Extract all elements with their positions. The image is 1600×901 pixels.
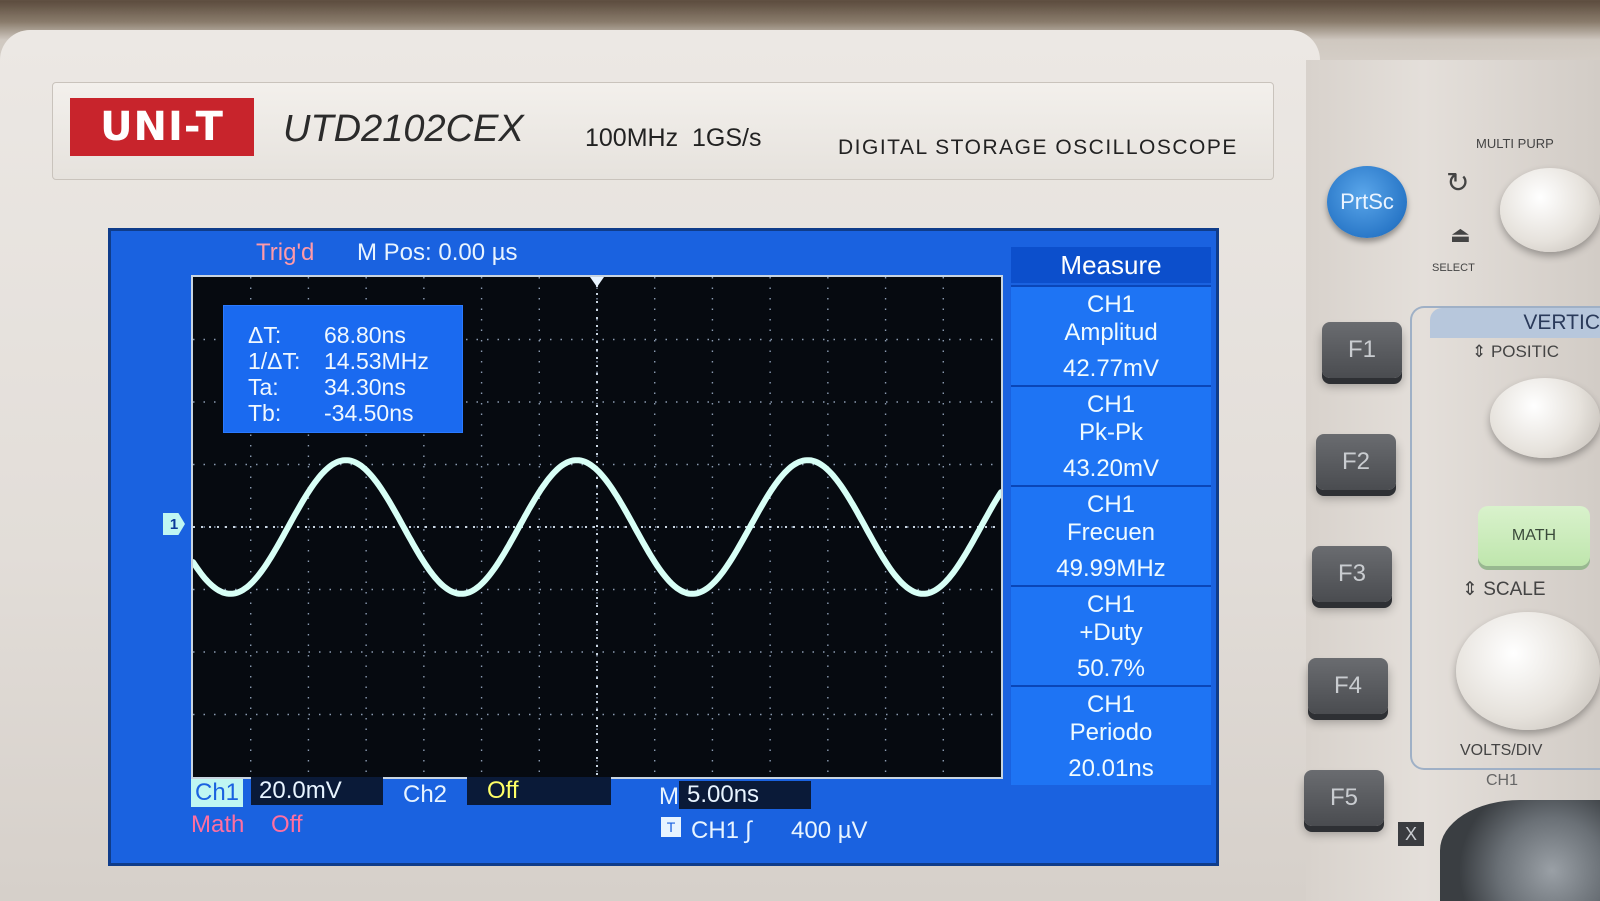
scale-text: SCALE	[1483, 579, 1546, 600]
measure-channel: CH1	[1086, 591, 1135, 618]
ch1-scale: 20.0mV	[251, 777, 383, 805]
measure-item[interactable]: CH1 Amplitud 42.77mV	[1011, 285, 1211, 385]
model-name: UTD2102CEX	[283, 108, 524, 150]
cursor-readout: ΔT: 68.80ns 1/ΔT: 14.53MHz Ta: 34.30ns T…	[223, 305, 463, 433]
position-text: POSITIC	[1490, 342, 1559, 361]
position-label: ⇕ POSITIC	[1472, 342, 1559, 361]
ta-value: 34.30ns	[324, 374, 406, 400]
measure-channel: CH1	[1086, 491, 1135, 518]
measure-channel: CH1	[1086, 291, 1135, 318]
measure-value: 50.7%	[1076, 655, 1146, 682]
delta-t-value: 68.80ns	[324, 322, 406, 348]
measure-value: 49.99MHz	[1056, 555, 1166, 582]
select-label: SELECT	[1432, 262, 1475, 274]
measure-channel: CH1	[1086, 691, 1135, 718]
measure-name: Frecuen	[1066, 519, 1156, 546]
device-description: DIGITAL STORAGE OSCILLOSCOPE	[838, 136, 1238, 159]
trigger-icon: T	[661, 817, 681, 837]
scale-label: ⇕ SCALE	[1462, 579, 1546, 600]
multi-purpose-label: MULTI PURP	[1476, 136, 1554, 151]
ch1-tag: Ch1	[191, 779, 244, 807]
press-icon: ⏏	[1450, 222, 1471, 247]
measure-channel: CH1	[1086, 391, 1135, 418]
measure-item[interactable]: CH1 Periodo 20.01ns	[1011, 685, 1211, 785]
inv-delta-t-label: 1/ΔT:	[248, 348, 301, 374]
multipurpose-knob[interactable]	[1500, 168, 1600, 252]
volts-div-label: VOLTS/DIV	[1460, 742, 1543, 759]
ch1-level-marker: 1	[163, 513, 185, 535]
measure-item[interactable]: CH1 Frecuen 49.99MHz	[1011, 485, 1211, 585]
math-label: Math	[191, 811, 245, 838]
trigger-status: Trig'd	[256, 239, 315, 266]
measure-item[interactable]: CH1 +Duty 50.7%	[1011, 585, 1211, 685]
delta-t-label: ΔT:	[248, 322, 282, 348]
measure-name: Pk-Pk	[1078, 419, 1143, 446]
f4-button[interactable]: F4	[1308, 658, 1388, 714]
measure-panel: Measure CH1 Amplitud 42.77mV CH1 Pk-Pk 4…	[1011, 247, 1211, 787]
ta-label: Ta:	[248, 374, 279, 400]
measure-value: 20.01ns	[1068, 755, 1154, 782]
measure-value: 43.20mV	[1062, 455, 1160, 482]
measure-name: Amplitud	[1064, 319, 1158, 346]
memory-position: M Pos: 0.00 µs	[357, 239, 518, 266]
trigger-level: 400 µV	[791, 817, 868, 844]
f1-button[interactable]: F1	[1322, 322, 1402, 378]
vertical-position-knob[interactable]	[1490, 378, 1600, 458]
timebase-value: 5.00ns	[679, 781, 811, 809]
print-screen-button[interactable]: PrtSc	[1327, 166, 1407, 238]
brand-logo: UNI-T	[70, 98, 254, 156]
timebase-label: M	[659, 783, 679, 810]
rotate-icon: ↻	[1446, 167, 1470, 198]
measure-name: Periodo	[1069, 719, 1153, 746]
volts-div-knob[interactable]	[1456, 612, 1600, 730]
math-status: Off	[271, 811, 303, 838]
trigger-source: CH1	[691, 817, 740, 844]
measure-value: 42.77mV	[1062, 355, 1160, 382]
f2-button[interactable]: F2	[1316, 434, 1396, 490]
trigger-position-marker	[590, 277, 604, 287]
f3-button[interactable]: F3	[1312, 546, 1392, 602]
inv-delta-t-value: 14.53MHz	[324, 348, 429, 374]
bnc-connector	[1440, 800, 1600, 901]
vertical-label: VERTIC	[1430, 308, 1600, 338]
f5-button[interactable]: F5	[1304, 770, 1384, 826]
x-button[interactable]: X	[1398, 822, 1424, 846]
ch1-input-label: CH1	[1486, 772, 1519, 789]
rising-edge-icon: ∫	[745, 817, 752, 844]
ch2-status: Off	[467, 777, 611, 805]
math-button[interactable]: MATH	[1478, 506, 1590, 566]
model-specs: 100MHz 1GS/s	[585, 124, 762, 152]
measure-title: Measure	[1011, 247, 1211, 283]
tb-value: -34.50ns	[324, 400, 414, 426]
measure-item[interactable]: CH1 Pk-Pk 43.20mV	[1011, 385, 1211, 485]
ch2-label: Ch2	[403, 781, 448, 808]
oscilloscope-screen: Trig'd M Pos: 0.00 µs 1 ΔT: 68.80ns 1/ΔT…	[108, 228, 1219, 866]
measure-name: +Duty	[1079, 619, 1143, 646]
tb-label: Tb:	[248, 400, 282, 426]
